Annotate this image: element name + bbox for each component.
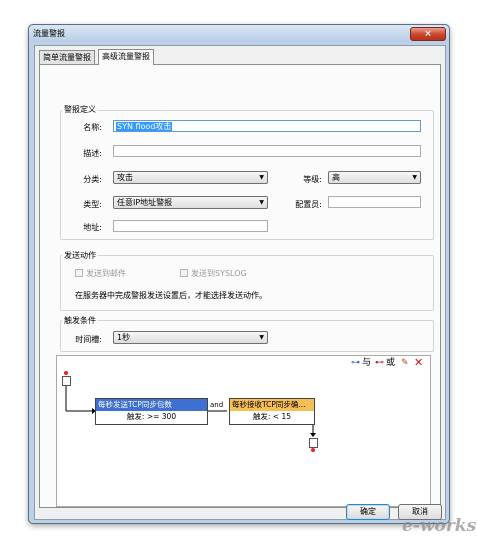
window-title: 流量警报 [33,29,65,38]
dialog-window: 流量警报 × 简单流量警报 高级流量警报 警报定义 名称: SYN flood攻… [28,24,450,524]
name-label: 名称: [83,123,102,132]
condition-node-title: 每秒发送TCP同步包数 [96,399,207,411]
time-slot-label: 时间槽: [75,335,102,344]
tab-simple-alarm[interactable]: 简单流量警报 [39,50,95,64]
level-label: 等级: [303,175,322,184]
alarm-definition-legend: 警报定义 [62,104,98,115]
type-select[interactable]: 任意IP地址警报 ▼ [113,196,268,209]
syslog-checkbox[interactable] [180,269,188,277]
syslog-checkbox-label: 发送到SYSLOG [191,269,247,278]
level-value: 高 [332,173,340,182]
start-node[interactable] [62,376,71,386]
condition-canvas[interactable]: ⊶ 与 ⊷ 或 ✎ ✕ 每秒发送TCP同步包数 触发: >= 300 and 每… [56,355,431,507]
dialog-client: 简单流量警报 高级流量警报 警报定义 名称: SYN flood攻击 描述: 分… [34,45,446,520]
address-label: 地址: [83,223,102,232]
end-marker-icon [311,448,315,452]
condition-node-trigger: 触发: < 15 [252,412,292,421]
name-input[interactable]: SYN flood攻击 [113,120,421,132]
send-action-legend: 发送动作 [62,250,98,261]
and-connector-label: and [210,401,224,409]
condition-node-trigger: 触发: >= 300 [126,412,177,421]
end-node[interactable] [309,438,318,448]
description-label: 描述: [83,149,102,158]
flow-connectors [65,385,316,437]
category-label: 分类: [83,175,102,184]
type-value: 任意IP地址警报 [117,198,173,207]
address-input[interactable] [113,220,268,232]
configurer-input[interactable] [328,196,421,208]
condition-node-recv-syn-ack[interactable]: 每秒接收TCP同步确... 触发: < 15 [229,398,315,425]
category-select[interactable]: 攻击 ▼ [113,171,268,184]
ok-button[interactable]: 确定 [346,504,390,520]
tab-advanced-alarm[interactable]: 高级流量警报 [98,49,154,65]
level-select[interactable]: 高 ▼ [328,171,421,184]
condition-node-send-syn[interactable]: 每秒发送TCP同步包数 触发: >= 300 [95,398,208,425]
chevron-down-icon: ▼ [412,174,417,181]
send-action-group [60,255,434,311]
tab-panel: 警报定义 名称: SYN flood攻击 描述: 分类: 攻击 ▼ 等级: 高 … [39,64,441,508]
time-slot-value: 1秒 [117,333,131,342]
start-marker-icon [64,371,68,375]
title-bar[interactable]: 流量警报 × [29,25,449,42]
type-label: 类型: [83,200,102,209]
description-input[interactable] [113,145,421,157]
chevron-down-icon: ▼ [259,174,264,181]
condition-node-title: 每秒接收TCP同步确... [230,399,314,411]
configurer-label: 配置员: [295,200,322,209]
email-checkbox-label: 发送到邮件 [86,269,126,278]
category-value: 攻击 [117,173,133,182]
watermark-logo: e-works [402,516,477,536]
send-action-notice: 在服务器中完成警报发送设置后，才能选择发送动作。 [75,291,267,300]
chevron-down-icon: ▼ [259,199,264,206]
email-checkbox[interactable] [75,269,83,277]
close-button[interactable]: × [410,27,446,41]
trigger-legend: 触发条件 [62,315,98,326]
chevron-down-icon: ▼ [259,334,264,341]
name-value: SYN flood攻击 [116,122,173,131]
time-slot-select[interactable]: 1秒 ▼ [113,331,268,344]
